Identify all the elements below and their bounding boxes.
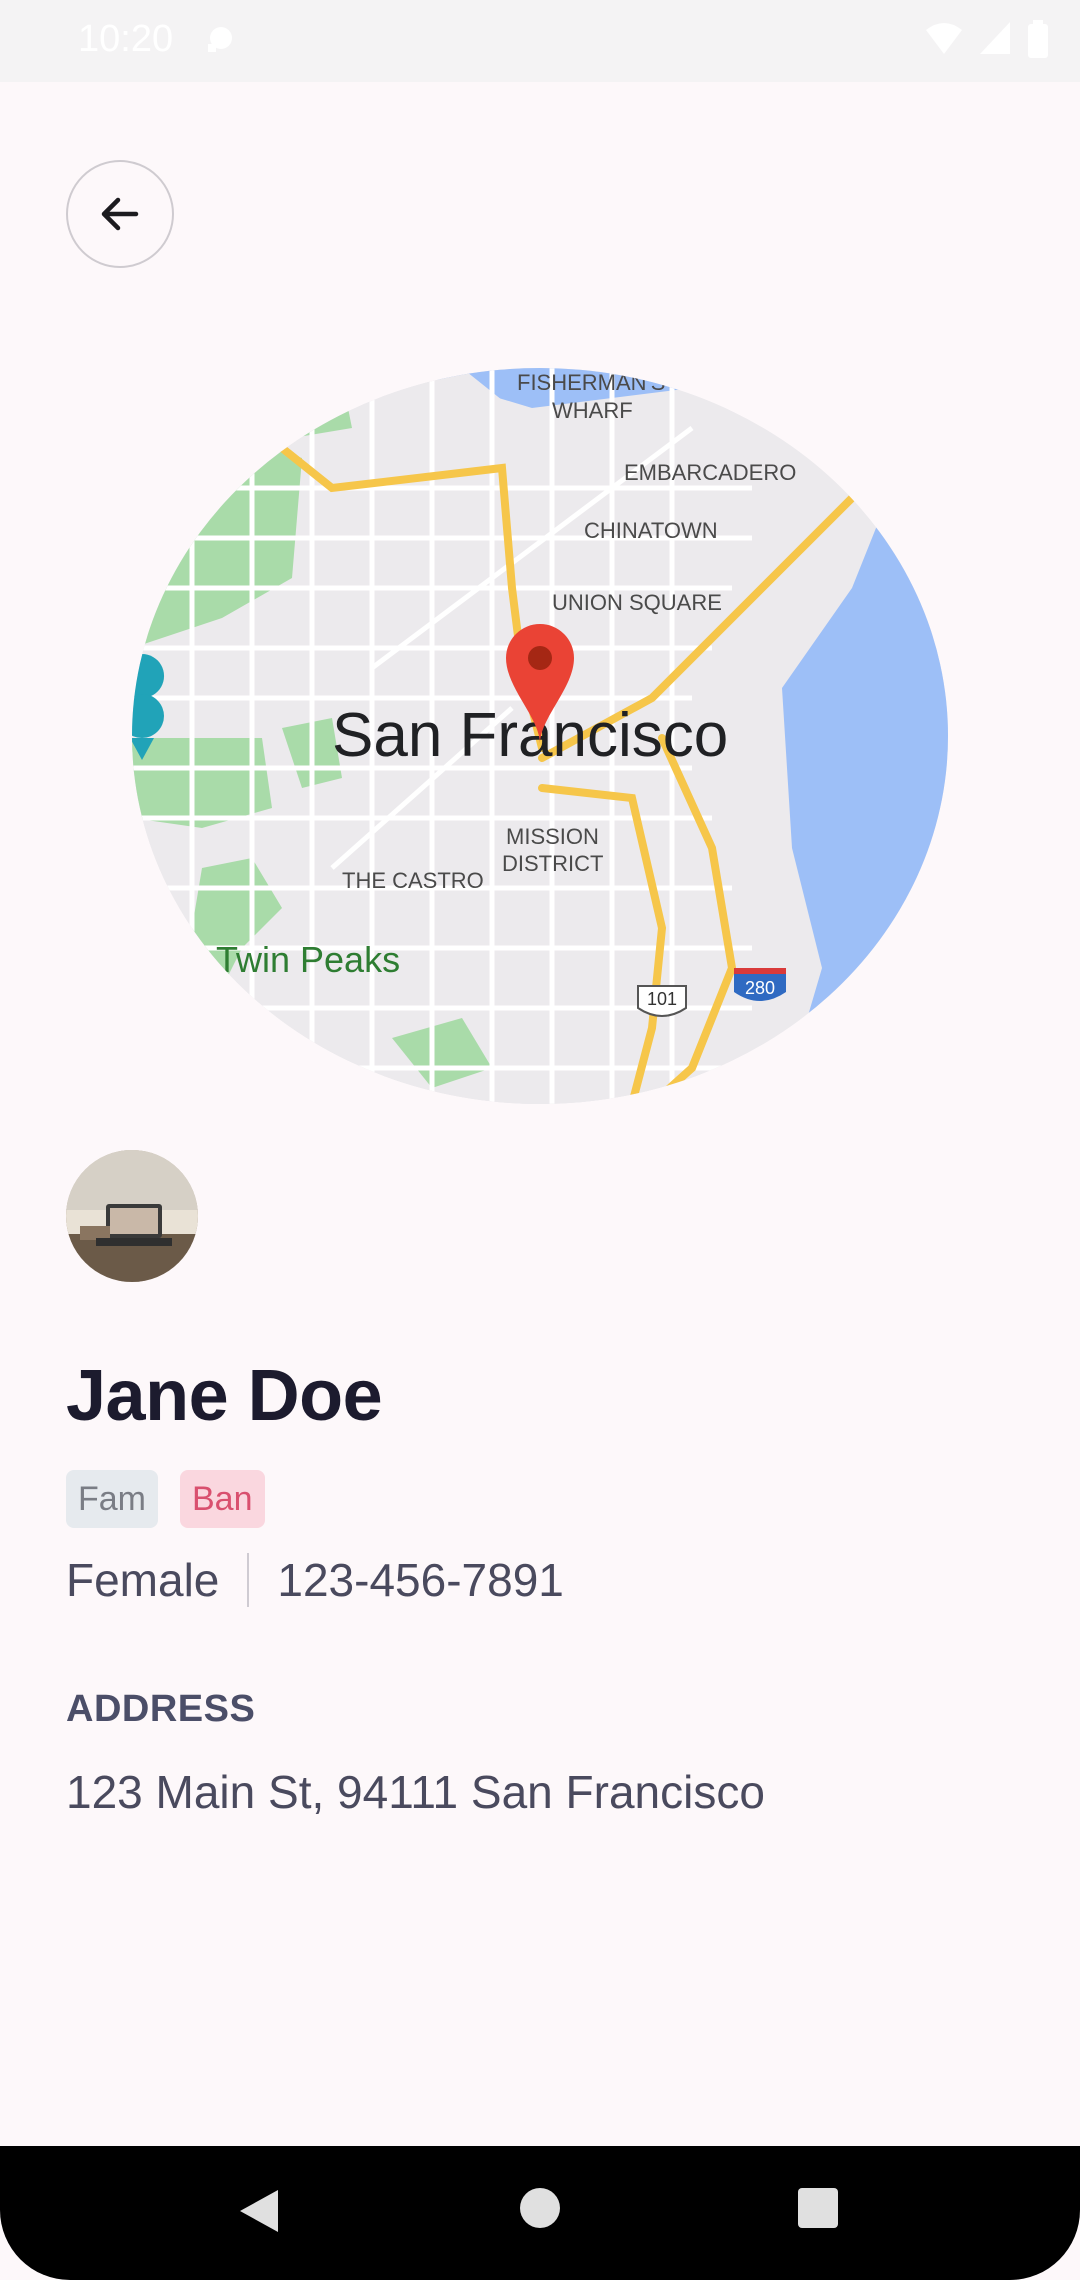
label-twin-peaks: Twin Peaks bbox=[216, 939, 400, 980]
tag-list: Fam Ban bbox=[66, 1470, 265, 1528]
tag-ban: Ban bbox=[180, 1470, 265, 1528]
avatar bbox=[66, 1150, 198, 1282]
address-heading: ADDRESS bbox=[66, 1688, 256, 1730]
wifi-icon bbox=[926, 23, 962, 54]
info-divider bbox=[247, 1553, 250, 1607]
label-wharf: WHARF bbox=[552, 398, 633, 423]
hwy-280-shield: 280 bbox=[734, 968, 786, 1001]
label-mission: MISSION bbox=[506, 824, 599, 849]
battery-icon bbox=[1028, 20, 1048, 58]
home-nav-icon[interactable] bbox=[518, 2186, 562, 2235]
avatar-photo bbox=[66, 1150, 198, 1282]
back-button[interactable] bbox=[66, 160, 174, 268]
svg-text:280: 280 bbox=[745, 978, 775, 998]
status-icons bbox=[924, 20, 1050, 58]
location-map[interactable]: FISHERMAN'S WHARF EMBARCADERO CHINATOWN … bbox=[132, 368, 948, 1104]
label-castro: THE CASTRO bbox=[342, 868, 484, 893]
arrow-left-icon bbox=[101, 197, 139, 231]
status-time: 10:20 bbox=[78, 18, 174, 60]
phone-value[interactable]: 123-456-7891 bbox=[277, 1553, 563, 1607]
address-value: 123 Main St, 94111 San Francisco bbox=[66, 1766, 765, 1818]
system-nav-bar bbox=[0, 2146, 1080, 2280]
label-district: DISTRICT bbox=[502, 851, 603, 876]
label-embarcadero: EMBARCADERO bbox=[624, 460, 796, 485]
back-nav-icon[interactable] bbox=[236, 2186, 282, 2241]
svg-text:101: 101 bbox=[647, 989, 677, 1009]
contact-info-line: Female 123-456-7891 bbox=[66, 1553, 564, 1607]
signal-icon bbox=[980, 22, 1010, 54]
label-chinatown: CHINATOWN bbox=[584, 518, 718, 543]
tag-fam: Fam bbox=[66, 1470, 158, 1528]
status-bar: 10:20 bbox=[0, 0, 1080, 82]
hwy-101-shield: 101 bbox=[637, 985, 687, 1017]
recents-nav-icon[interactable] bbox=[798, 2186, 838, 2235]
gender-value: Female bbox=[66, 1554, 220, 1606]
contact-name: Jane Doe bbox=[66, 1356, 383, 1436]
notification-icon bbox=[204, 24, 238, 59]
label-fishermans-wharf: FISHERMAN'S bbox=[517, 370, 665, 395]
label-union-square: UNION SQUARE bbox=[552, 590, 722, 615]
